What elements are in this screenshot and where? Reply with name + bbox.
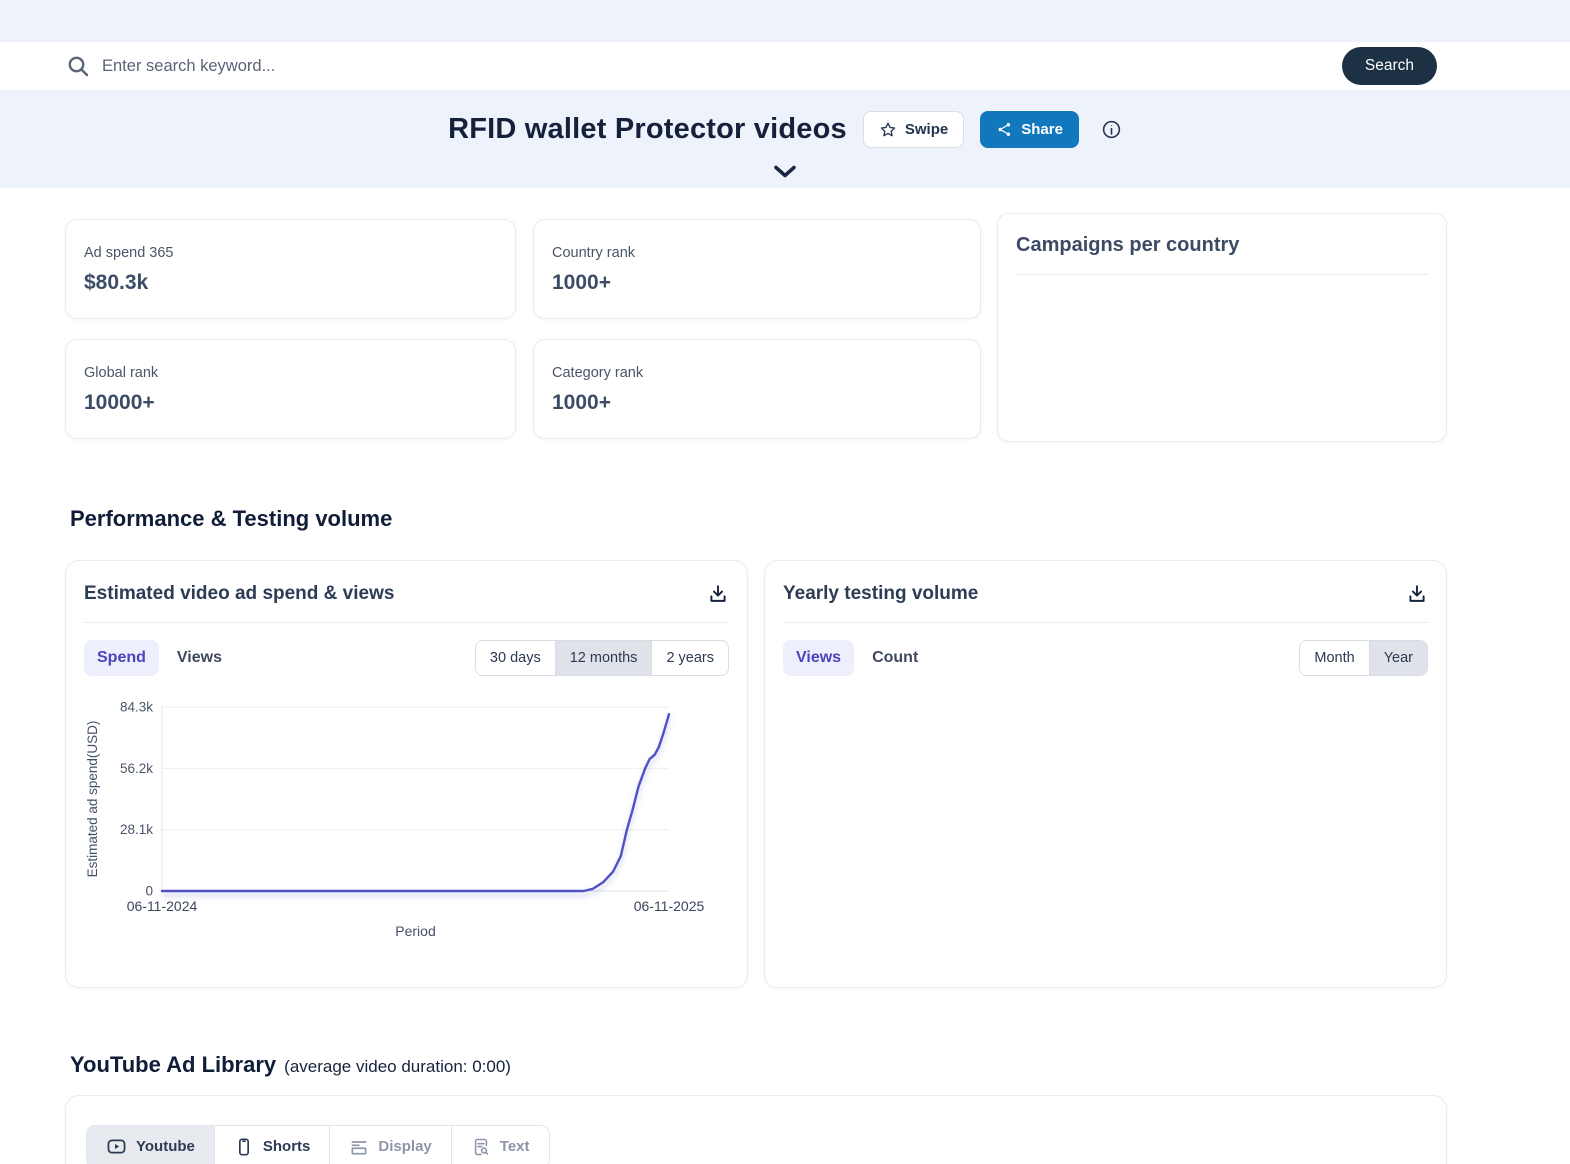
range-12-months[interactable]: 12 months: [555, 641, 652, 675]
library-tab-label: Text: [500, 1138, 530, 1155]
library-tab-label: Shorts: [263, 1138, 311, 1155]
svg-text:06-11-2025: 06-11-2025: [634, 898, 705, 914]
download-button[interactable]: [1406, 583, 1428, 605]
search-button[interactable]: Search: [1342, 47, 1437, 85]
divider: [1016, 274, 1428, 275]
library-tab-label: Youtube: [136, 1138, 195, 1155]
testing-panel-title: Yearly testing volume: [783, 583, 978, 605]
date-range-group: 30 days 12 months 2 years: [475, 640, 729, 676]
svg-text:28.1k: 28.1k: [120, 822, 153, 837]
share-button-label: Share: [1021, 121, 1063, 138]
tab-shorts[interactable]: Shorts: [214, 1126, 330, 1164]
star-icon: [879, 121, 897, 139]
library-tab-label: Display: [378, 1138, 431, 1155]
period-group: Month Year: [1299, 640, 1428, 676]
hero-section: RFID wallet Protector videos Swipe Share: [0, 90, 1570, 188]
chevron-down-icon: [773, 165, 797, 178]
testing-volume-panel: Yearly testing volume Views Count Month …: [764, 560, 1447, 988]
tab-text[interactable]: Text: [451, 1126, 549, 1164]
display-layout-icon: [349, 1137, 369, 1157]
svg-text:0: 0: [145, 884, 153, 899]
library-tab-group: Youtube Shorts Display Te: [86, 1125, 550, 1164]
campaigns-card-title: Campaigns per country: [1016, 234, 1428, 257]
tab-views[interactable]: Views: [783, 640, 854, 676]
library-subtitle: (average video duration: 0:00): [284, 1057, 511, 1076]
performance-section-title: Performance & Testing volume: [70, 506, 1447, 532]
range-year[interactable]: Year: [1369, 641, 1427, 675]
stat-card-global-rank: Global rank 10000+: [65, 339, 516, 439]
svg-text:Estimated ad spend(USD): Estimated ad spend(USD): [85, 721, 100, 878]
top-band: [0, 0, 1570, 42]
stat-value: 1000+: [552, 391, 962, 415]
tab-youtube[interactable]: Youtube: [87, 1126, 214, 1164]
download-icon: [1406, 583, 1428, 605]
download-icon: [707, 583, 729, 605]
tab-display[interactable]: Display: [329, 1126, 450, 1164]
tab-count[interactable]: Count: [870, 640, 920, 676]
svg-text:84.3k: 84.3k: [120, 700, 153, 715]
swipe-button[interactable]: Swipe: [863, 111, 964, 148]
stat-label: Ad spend 365: [84, 245, 497, 261]
stat-label: Country rank: [552, 245, 962, 261]
spend-views-panel: Estimated video ad spend & views Spend V…: [65, 560, 748, 988]
campaigns-per-country-card: Campaigns per country: [997, 213, 1447, 442]
info-button[interactable]: [1101, 119, 1122, 140]
tab-views[interactable]: Views: [175, 640, 224, 676]
svg-text:Period: Period: [395, 923, 435, 939]
spend-panel-title: Estimated video ad spend & views: [84, 583, 394, 605]
stat-value: 1000+: [552, 271, 962, 295]
stats-section: Ad spend 365 $80.3k Country rank 1000+ G…: [65, 219, 1447, 442]
search-bar: Search: [0, 42, 1570, 90]
text-search-icon: [471, 1137, 491, 1157]
divider: [84, 622, 729, 623]
page-title: RFID wallet Protector videos: [448, 113, 847, 146]
search-icon: [66, 54, 90, 78]
library-section-title: YouTube Ad Library (average video duratio…: [70, 1052, 1447, 1078]
info-icon: [1101, 119, 1122, 140]
tab-spend[interactable]: Spend: [84, 640, 159, 676]
svg-text:06-11-2024: 06-11-2024: [127, 898, 198, 914]
range-30-days[interactable]: 30 days: [476, 641, 555, 675]
share-icon: [996, 121, 1013, 138]
library-title: YouTube Ad Library: [70, 1052, 276, 1077]
range-2-years[interactable]: 2 years: [651, 641, 728, 675]
youtube-ad-library-card: Youtube Shorts Display Te: [65, 1095, 1447, 1164]
range-month[interactable]: Month: [1300, 641, 1368, 675]
stat-card-country-rank: Country rank 1000+: [533, 219, 981, 319]
divider: [783, 622, 1428, 623]
shorts-phone-icon: [234, 1137, 254, 1157]
youtube-play-icon: [106, 1136, 127, 1157]
expand-toggle[interactable]: [773, 165, 797, 178]
share-button[interactable]: Share: [980, 111, 1079, 148]
swipe-button-label: Swipe: [905, 121, 948, 138]
stat-value: 10000+: [84, 391, 497, 415]
svg-text:56.2k: 56.2k: [120, 761, 153, 776]
stat-label: Global rank: [84, 365, 497, 381]
stat-card-category-rank: Category rank 1000+: [533, 339, 981, 439]
stat-card-ad-spend: Ad spend 365 $80.3k: [65, 219, 516, 319]
stat-value: $80.3k: [84, 271, 497, 295]
spend-chart: 0 28.1k 56.2k 84.3k Estimated ad spend(USD) 0…: [84, 688, 729, 944]
stat-label: Category rank: [552, 365, 962, 381]
download-button[interactable]: [707, 583, 729, 605]
search-input[interactable]: [102, 57, 1342, 76]
